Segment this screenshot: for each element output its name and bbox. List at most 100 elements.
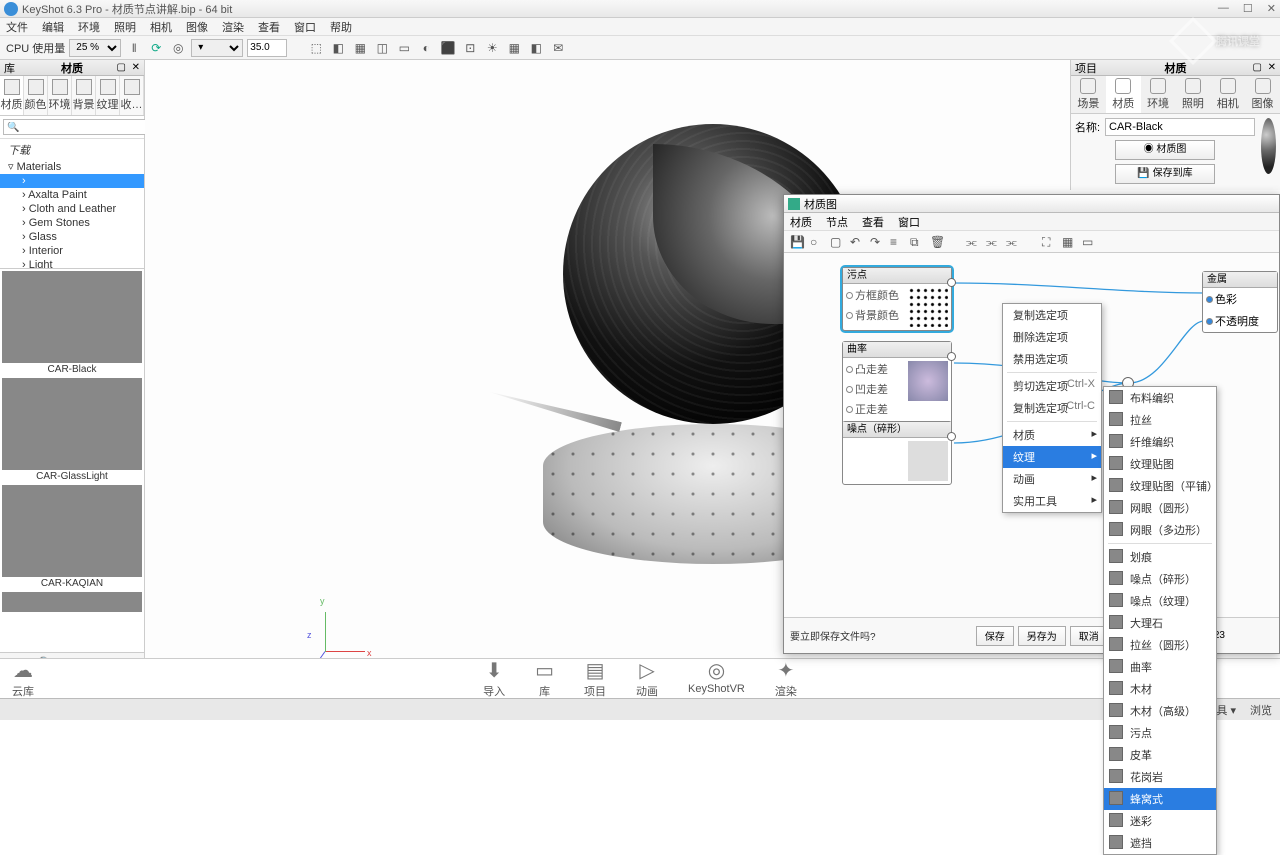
ctx-texture[interactable]: 纹理 [1003, 446, 1101, 468]
menu-渲染[interactable]: 渲染 [222, 19, 244, 35]
project-tab[interactable]: 图像 [1245, 76, 1280, 113]
link-icon[interactable]: ⫘ [986, 235, 1000, 249]
square-icon[interactable]: ▢ [830, 235, 844, 249]
tool-icon[interactable]: ⬛ [439, 39, 457, 57]
submenu-item[interactable]: 木材 [1104, 678, 1216, 700]
appbar-KeyShotVR[interactable]: ◎KeyShotVR [688, 658, 745, 699]
menu-文件[interactable]: 文件 [6, 19, 28, 35]
ctx-copy-sel[interactable]: 复制选定项 [1003, 304, 1101, 326]
tree-root[interactable]: ▿ Materials [0, 159, 144, 174]
submenu-item[interactable]: 网眼（圆形） [1104, 497, 1216, 519]
delete-icon[interactable]: 🗑 [930, 235, 944, 249]
tool-icon[interactable]: ◧ [329, 39, 347, 57]
tool-icon[interactable]: ✉ [549, 39, 567, 57]
submenu-item[interactable]: 噪点（碎形） [1104, 568, 1216, 590]
tree-item[interactable]: › Light [0, 258, 144, 269]
mg-menu[interactable]: 节点 [826, 214, 848, 230]
undo-icon[interactable]: ↶ [850, 235, 864, 249]
center-button[interactable]: ◎ [169, 39, 187, 57]
project-tab[interactable]: 照明 [1175, 76, 1210, 113]
panel-icon[interactable]: ▭ [1082, 235, 1096, 249]
submenu-item[interactable]: 布料编织 [1104, 387, 1216, 409]
tool-icon[interactable]: ◐ [417, 39, 435, 57]
submenu-item[interactable]: 拉丝 [1104, 409, 1216, 431]
appbar-库[interactable]: ▭库 [535, 658, 554, 699]
submenu-item[interactable]: 纹理贴图（平铺） [1104, 475, 1216, 497]
mg-menu[interactable]: 材质 [790, 214, 812, 230]
submenu-item[interactable]: 拉丝（圆形） [1104, 634, 1216, 656]
ctx-material[interactable]: 材质 [1003, 424, 1101, 446]
ctx-utility[interactable]: 实用工具 [1003, 490, 1101, 512]
align-icon[interactable]: ≡ [890, 235, 904, 249]
project-tab[interactable]: 材质 [1106, 76, 1141, 113]
cancel-button[interactable]: 取消 [1070, 626, 1108, 646]
submenu-item[interactable]: 纤维编织 [1104, 431, 1216, 453]
submenu-item[interactable]: 蜂窝式 [1104, 788, 1216, 810]
ctx-copy[interactable]: 复制选定项Ctrl-C [1003, 397, 1101, 419]
preset-select[interactable]: ▾ [191, 39, 243, 57]
tree-item[interactable]: › Gem Stones [0, 216, 144, 230]
menu-相机[interactable]: 相机 [150, 19, 172, 35]
copy-icon[interactable]: ⧉ [910, 235, 924, 249]
submenu-item[interactable]: 污点 [1104, 722, 1216, 744]
refresh-button[interactable]: ⟳ [147, 39, 165, 57]
submenu-item[interactable]: 遮挡 [1104, 832, 1216, 854]
pause-button[interactable]: ‖ [125, 39, 143, 57]
tool-icon[interactable]: ◫ [373, 39, 391, 57]
appbar-项目[interactable]: ▤项目 [584, 658, 606, 699]
node-spots[interactable]: 污点 方框颜色 背景颜色 [842, 267, 952, 331]
saveas-button[interactable]: 另存为 [1018, 626, 1066, 646]
project-tab[interactable]: 环境 [1141, 76, 1176, 113]
tree-item[interactable]: › Cloth and Leather [0, 202, 144, 216]
tree-item[interactable]: › Axalta Paint [0, 188, 144, 202]
submenu-item[interactable]: 曲率 [1104, 656, 1216, 678]
appbar-导入[interactable]: ⬇导入 [483, 658, 505, 699]
lib-tab[interactable]: 颜色 [24, 76, 48, 115]
tree-item[interactable]: › [0, 174, 144, 188]
close-button[interactable]: ✕ [1267, 2, 1276, 15]
link-icon[interactable]: ⫘ [966, 235, 980, 249]
ctx-cut[interactable]: 剪切选定项Ctrl-X [1003, 375, 1101, 397]
menu-窗口[interactable]: 窗口 [294, 19, 316, 35]
cpu-usage-select[interactable]: 25 % [69, 39, 121, 57]
ctx-disable-sel[interactable]: 禁用选定项 [1003, 348, 1101, 370]
cloud-library-button[interactable]: ☁ 云库 [12, 658, 34, 699]
material-graph-button[interactable]: ◉ 材质图 [1115, 140, 1215, 160]
submenu-item[interactable]: 噪点（纹理） [1104, 590, 1216, 612]
appbar-动画[interactable]: ▷动画 [636, 658, 658, 699]
lib-tab[interactable]: 收… [120, 76, 144, 115]
tool-icon[interactable]: ▦ [505, 39, 523, 57]
circle-icon[interactable]: ○ [810, 235, 824, 249]
tree-item[interactable]: › Interior [0, 244, 144, 258]
lib-tab[interactable]: 纹理 [96, 76, 120, 115]
menu-查看[interactable]: 查看 [258, 19, 280, 35]
material-thumb[interactable]: CAR-Black [2, 271, 142, 376]
search-input[interactable] [3, 119, 154, 135]
tool-icon[interactable]: ⊡ [461, 39, 479, 57]
tool-icon[interactable]: ⬚ [307, 39, 325, 57]
menu-图像[interactable]: 图像 [186, 19, 208, 35]
save-button[interactable]: 保存 [976, 626, 1014, 646]
minimize-icon[interactable]: ▢ [1253, 62, 1262, 73]
tree-item[interactable]: › Glass [0, 230, 144, 244]
save-to-library-button[interactable]: 💾 保存到库 [1115, 164, 1215, 184]
submenu-item[interactable]: 大理石 [1104, 612, 1216, 634]
submenu-item[interactable]: 花岗岩 [1104, 766, 1216, 788]
node-noise[interactable]: 噪点（碎形） [842, 421, 952, 485]
close-icon[interactable]: ✕ [132, 62, 140, 73]
submenu-item[interactable]: 木材（高级） [1104, 700, 1216, 722]
mg-menu[interactable]: 窗口 [898, 214, 920, 230]
ctx-animation[interactable]: 动画 [1003, 468, 1101, 490]
tool-icon[interactable]: ▭ [395, 39, 413, 57]
submenu-item[interactable]: 网眼（多边形） [1104, 519, 1216, 541]
tool-icon[interactable]: ☀ [483, 39, 501, 57]
redo-icon[interactable]: ↷ [870, 235, 884, 249]
menu-帮助[interactable]: 帮助 [330, 19, 352, 35]
minimize-button[interactable]: — [1218, 2, 1229, 15]
ctx-delete-sel[interactable]: 删除选定项 [1003, 326, 1101, 348]
mg-menu[interactable]: 查看 [862, 214, 884, 230]
fit-icon[interactable]: ⛶ [1042, 235, 1056, 249]
lib-tab[interactable]: 环境 [48, 76, 72, 115]
menu-环境[interactable]: 环境 [78, 19, 100, 35]
grid-icon[interactable]: ▦ [1062, 235, 1076, 249]
